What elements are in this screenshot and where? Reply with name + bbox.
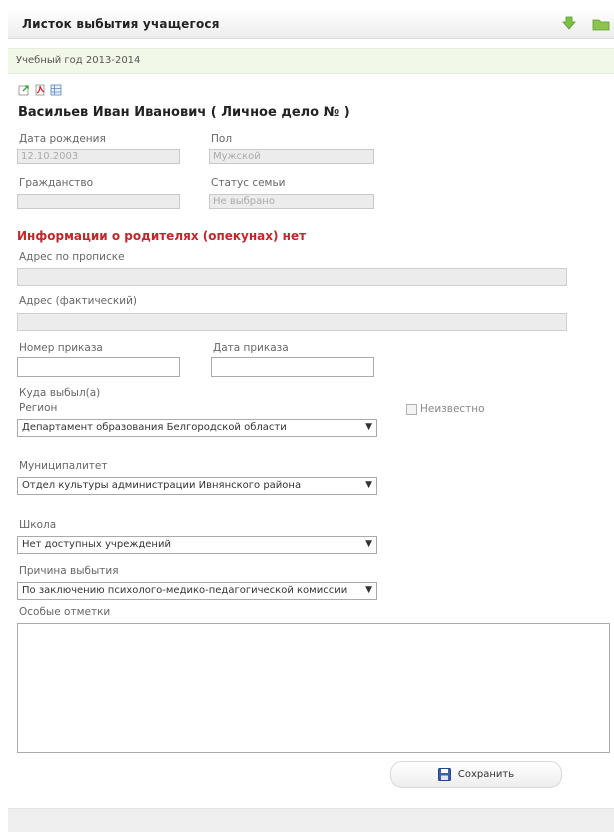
footer-bar	[8, 808, 614, 832]
school-year-text: Учебный год 2013-2014	[16, 55, 141, 66]
gender-field: Мужской	[209, 149, 374, 164]
citizenship-label: Гражданство	[19, 177, 94, 189]
birth-date-field: 12.10.2003	[17, 149, 180, 164]
gender-label: Пол	[211, 133, 233, 145]
region-label: Регион	[19, 402, 58, 414]
save-button-label: Сохранить	[457, 769, 515, 780]
order-number-input[interactable]	[17, 357, 180, 377]
dropdown-arrow-icon: ▼	[365, 585, 372, 595]
dropdown-arrow-icon: ▼	[365, 422, 372, 432]
export-icon[interactable]	[18, 84, 30, 96]
registration-address-field	[17, 268, 567, 286]
region-select[interactable]: Департамент образования Белгородской обл…	[17, 419, 377, 437]
order-number-label: Номер приказа	[19, 342, 103, 354]
registration-address-label: Адрес по прописке	[19, 251, 125, 263]
notes-textarea[interactable]	[17, 623, 610, 753]
save-button[interactable]: Сохранить	[390, 761, 562, 788]
family-status-label: Статус семьи	[211, 177, 286, 189]
municipality-select[interactable]: Отдел культуры администрации Ивнянского …	[17, 477, 377, 495]
municipality-select-value: Отдел культуры администрации Ивнянского …	[22, 480, 302, 491]
unknown-checkbox[interactable]	[406, 404, 417, 415]
pdf-icon[interactable]	[34, 84, 46, 96]
dropdown-arrow-icon: ▼	[365, 539, 372, 549]
citizenship-field	[17, 194, 180, 209]
birth-date-label: Дата рождения	[19, 133, 106, 145]
arrow-down-icon[interactable]	[562, 16, 576, 30]
order-date-label: Дата приказа	[213, 342, 289, 354]
unknown-label: Неизвестно	[420, 403, 485, 415]
school-label: Школа	[19, 519, 57, 531]
reason-label: Причина выбытия	[19, 565, 119, 577]
actual-address-field	[17, 313, 567, 331]
reason-select-value: По заключению психолого-медико-педагогич…	[22, 585, 348, 596]
destination-heading: Куда выбыл(а)	[19, 387, 101, 399]
family-status-field: Не выбрано	[209, 194, 374, 209]
parents-missing-warning: Информации о родителях (опекунах) нет	[17, 229, 307, 243]
actual-address-label: Адрес (фактический)	[19, 295, 137, 307]
student-name-heading: Васильев Иван Иванович ( Личное дело № )	[18, 105, 350, 120]
reason-select[interactable]: По заключению психолого-медико-педагогич…	[17, 582, 377, 600]
school-select[interactable]: Нет доступных учреждений ▼	[17, 536, 377, 554]
floppy-disk-icon	[437, 768, 451, 781]
window-title: Листок выбытия учащегося	[22, 17, 220, 31]
dropdown-arrow-icon: ▼	[365, 480, 372, 490]
folder-icon[interactable]	[592, 17, 610, 31]
order-date-input[interactable]	[211, 357, 374, 377]
municipality-label: Муниципалитет	[19, 460, 108, 472]
school-select-value: Нет доступных учреждений	[22, 539, 171, 550]
notes-label: Особые отметки	[19, 606, 111, 618]
excel-icon[interactable]	[50, 84, 62, 96]
region-select-value: Департамент образования Белгородской обл…	[22, 422, 287, 433]
